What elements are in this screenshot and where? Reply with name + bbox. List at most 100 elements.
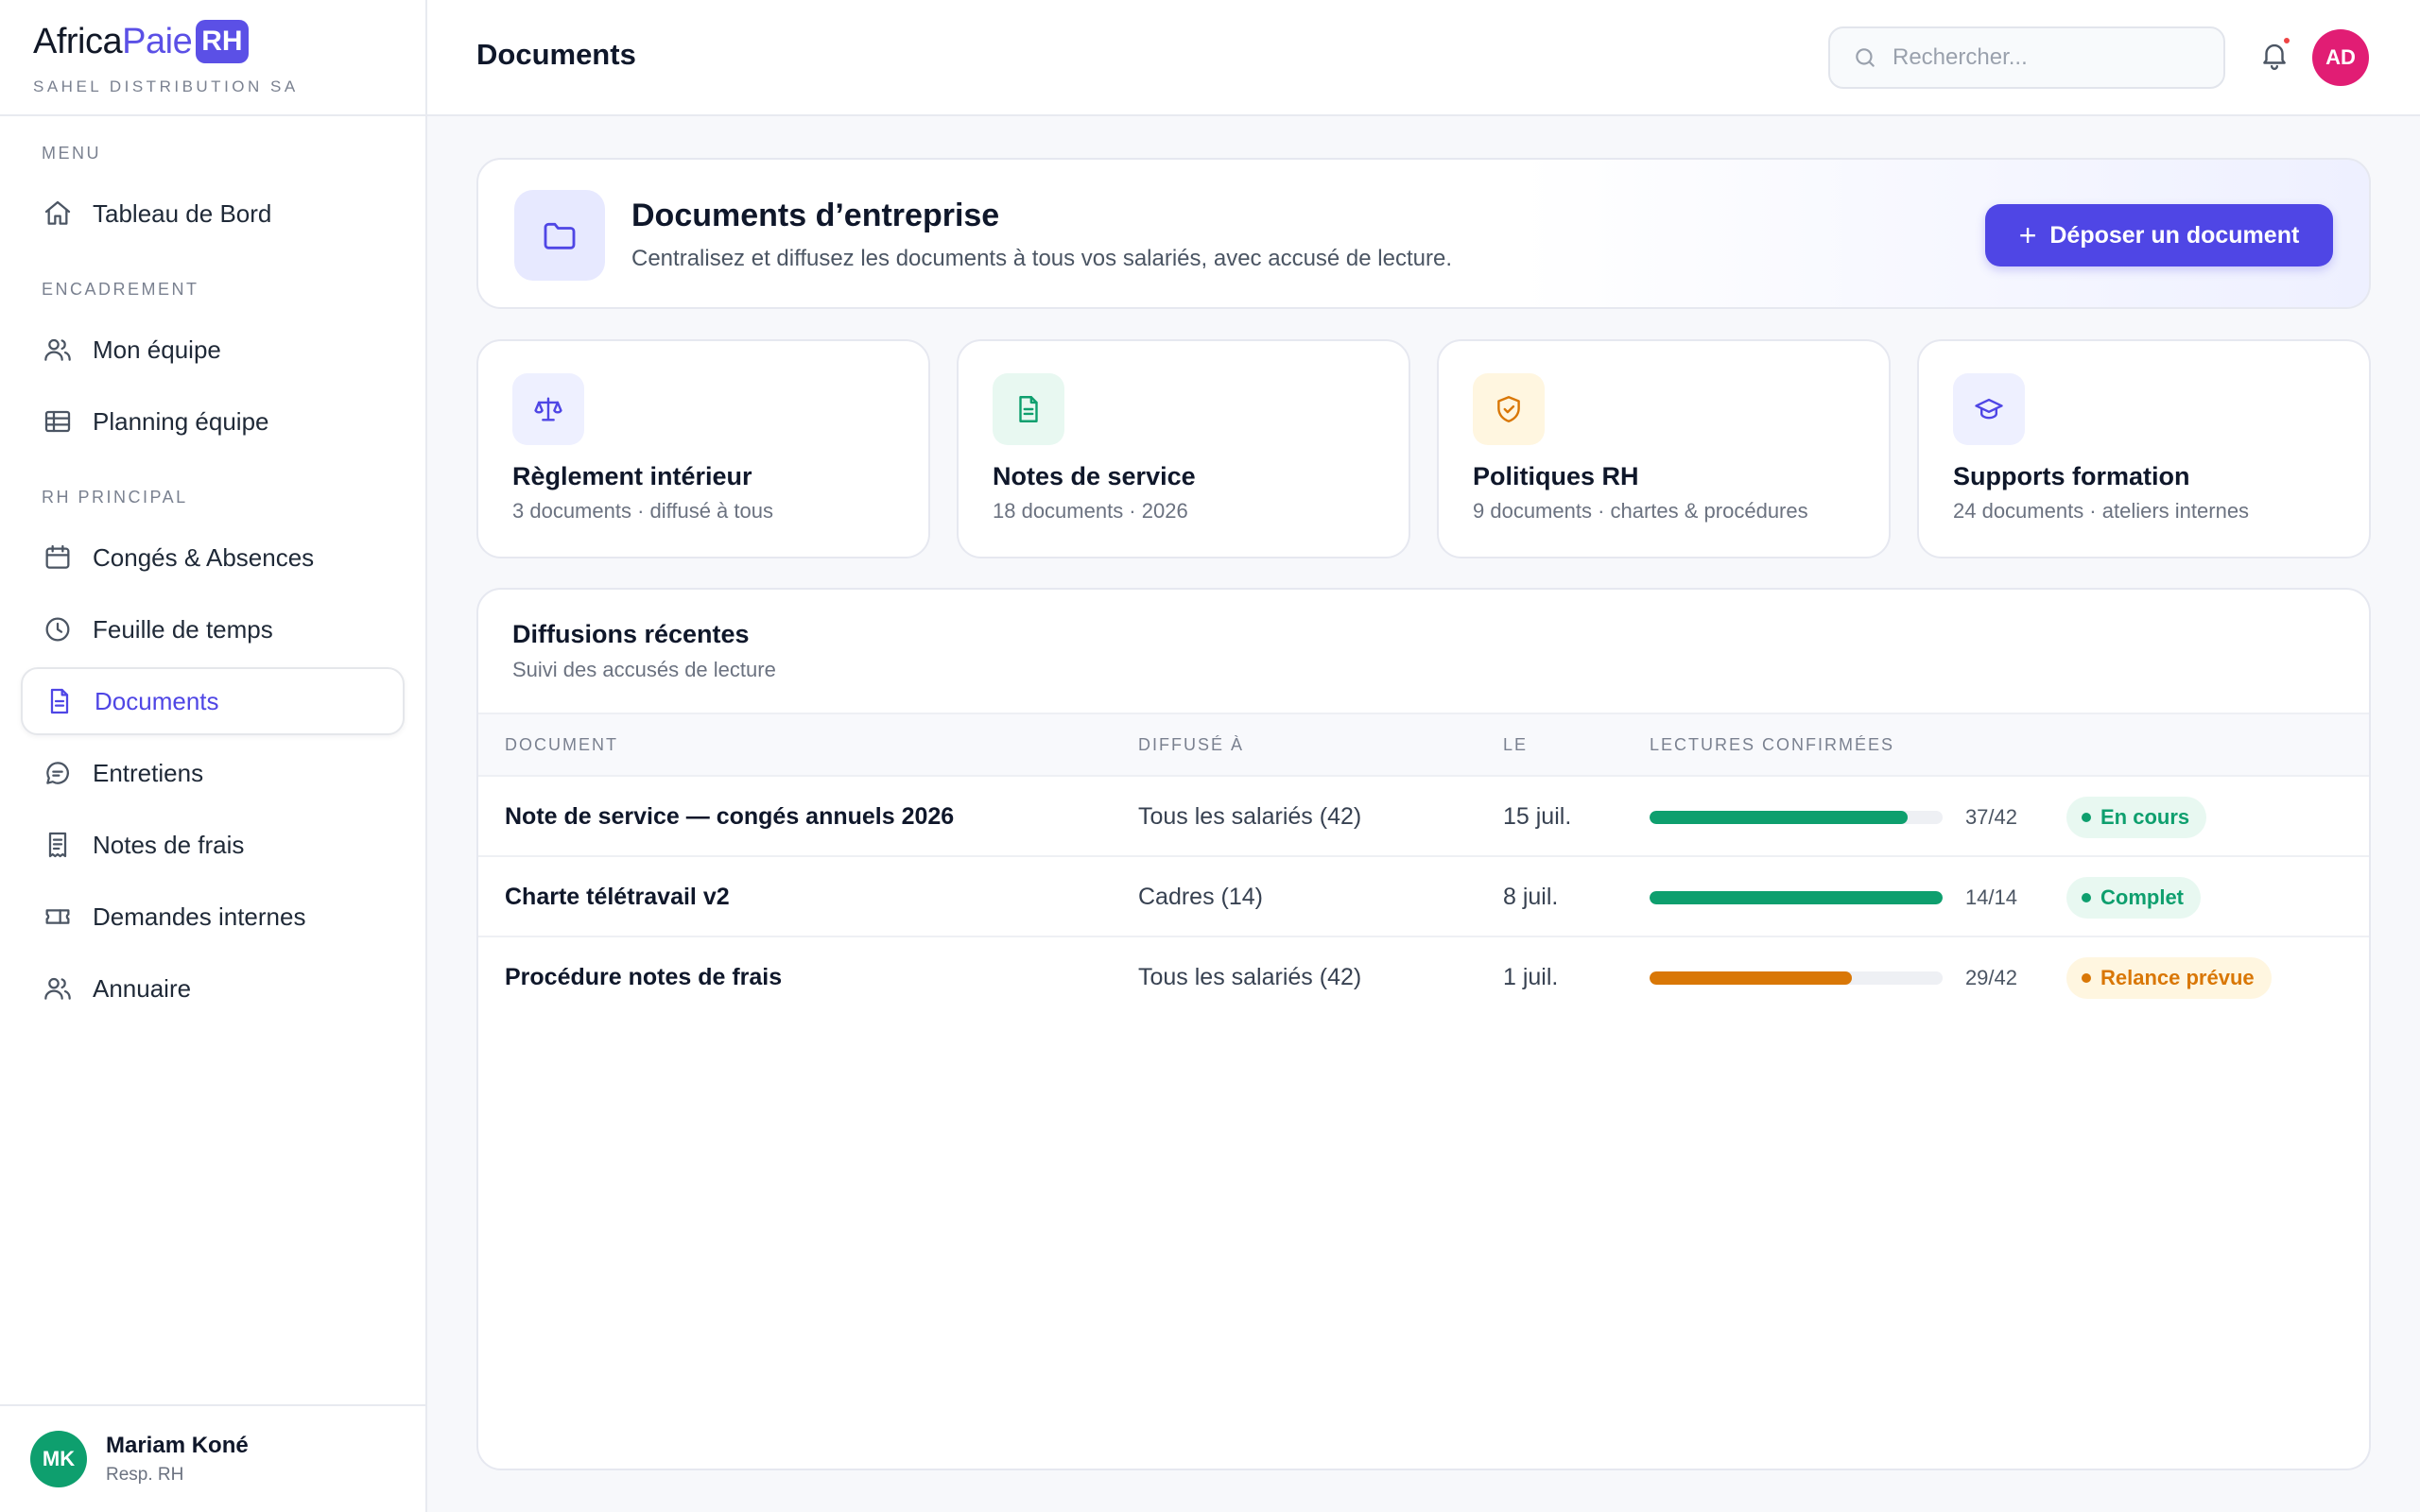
panel-title: Diffusions récentes: [512, 620, 750, 648]
ticket-icon: [42, 901, 74, 933]
card-title: Notes de service: [993, 462, 1196, 490]
table-row[interactable]: Procédure notes de frais Tous les salari…: [478, 937, 2369, 1018]
sidebar-item-conges-absences[interactable]: Congés & Absences: [21, 524, 405, 592]
card-title: Règlement intérieur: [512, 462, 752, 490]
logo-text-paie: Paie: [122, 21, 193, 61]
document-name: Charte télétravail v2: [505, 884, 730, 910]
status-badge: Complet: [2066, 877, 2201, 919]
hero-subtitle: Centralisez et diffusez les documents à …: [631, 246, 1452, 271]
chat-icon: [42, 757, 74, 789]
read-progress-bar: [1650, 811, 1943, 824]
nav-section-rh-principal: RH PRINCIPAL: [42, 488, 188, 507]
table-icon: [42, 405, 74, 438]
users-icon: [42, 334, 74, 366]
document-icon: [43, 685, 76, 717]
recent-diffusions-panel: Diffusions récentes Suivi des accusés de…: [476, 588, 2371, 1470]
upload-document-button[interactable]: + Déposer un document: [1985, 204, 2333, 266]
top-bar: Documents AD: [427, 0, 2420, 116]
documents-hero: Documents d’entreprise Centralisez et di…: [476, 158, 2371, 309]
status-dot: [2082, 973, 2091, 983]
table-row[interactable]: Note de service — congés annuels 2026 To…: [478, 777, 2369, 857]
column-header-diffuse-a: DIFFUSÉ À: [1138, 735, 1245, 754]
card-subtitle: 18 documents · 2026: [993, 499, 1188, 523]
sidebar-item-notes-de-frais[interactable]: Notes de frais: [21, 811, 405, 879]
card-title: Politiques RH: [1473, 462, 1639, 490]
table-header: DOCUMENT DIFFUSÉ À LE LECTURES CONFIRMÉE…: [478, 713, 2369, 777]
current-user[interactable]: MK Mariam Koné Resp. RH: [0, 1404, 425, 1512]
sidebar-item-documents[interactable]: Documents: [21, 667, 405, 735]
home-icon: [42, 198, 74, 230]
column-header-lectures: LECTURES CONFIRMÉES: [1650, 735, 1895, 754]
calendar-icon: [42, 541, 74, 574]
read-count: 14/14: [1964, 885, 2017, 909]
recipients: Tous les salariés (42): [1138, 964, 1362, 990]
card-subtitle: 9 documents · chartes & procédures: [1473, 499, 1808, 523]
diffusion-date: 15 juil.: [1503, 803, 1572, 830]
nav-section-encadrement: ENCADREMENT: [42, 280, 199, 299]
table-row[interactable]: Charte télétravail v2 Cadres (14) 8 juil…: [478, 857, 2369, 937]
category-card-supports-formation[interactable]: Supports formation 24 documents · atelie…: [1917, 339, 2371, 558]
user-meta: Mariam Koné Resp. RH: [106, 1433, 249, 1486]
status-label: Complet: [2100, 885, 2184, 909]
sidebar-item-label: Planning équipe: [93, 406, 269, 436]
account-avatar[interactable]: AD: [2312, 29, 2369, 86]
card-title: Supports formation: [1953, 462, 2190, 490]
diffusion-date: 1 juil.: [1503, 964, 1559, 990]
status-dot: [2082, 813, 2091, 822]
scale-icon: [512, 373, 584, 445]
status-badge: En cours: [2066, 797, 2207, 838]
column-header-le: LE: [1503, 735, 1529, 754]
sidebar-item-tableau-de-bord[interactable]: Tableau de Bord: [21, 180, 405, 248]
diffusion-date: 8 juil.: [1503, 884, 1559, 910]
read-count: 37/42: [1964, 805, 2017, 829]
sidebar-item-feuille-de-temps[interactable]: Feuille de temps: [21, 595, 405, 663]
status-dot: [2082, 893, 2091, 902]
app-logo[interactable]: Africa Paie RH: [33, 17, 425, 66]
sidebar-item-mon-equipe[interactable]: Mon équipe: [21, 316, 405, 384]
hero-title: Documents d’entreprise: [631, 198, 1000, 233]
status-badge: Relance prévue: [2066, 957, 2272, 999]
card-subtitle: 3 documents · diffusé à tous: [512, 499, 773, 523]
search-icon: [1853, 45, 1877, 70]
column-header-document: DOCUMENT: [505, 735, 618, 754]
sidebar-item-demandes-internes[interactable]: Demandes internes: [21, 883, 405, 951]
search-input[interactable]: [1893, 44, 2204, 71]
user-avatar: MK: [30, 1431, 87, 1487]
logo-text-africa: Africa: [33, 21, 123, 61]
company-name: SAHEL DISTRIBUTION SA: [33, 77, 299, 95]
plus-icon: +: [2018, 218, 2037, 252]
notifications-button[interactable]: [2254, 34, 2295, 76]
status-label: En cours: [2100, 805, 2190, 829]
category-card-politiques-rh[interactable]: Politiques RH 9 documents · chartes & pr…: [1437, 339, 1891, 558]
panel-subtitle: Suivi des accusés de lecture: [512, 658, 776, 681]
sidebar-item-label: Annuaire: [93, 973, 192, 1003]
category-card-notes-service[interactable]: Notes de service 18 documents · 2026: [957, 339, 1410, 558]
read-progress-fill: [1650, 971, 1853, 985]
document-name: Procédure notes de frais: [505, 964, 783, 990]
sidebar: Africa Paie RH SAHEL DISTRIBUTION SA MEN…: [0, 0, 427, 1512]
read-progress-fill: [1650, 811, 1909, 824]
category-card-reglement[interactable]: Règlement intérieur 3 documents · diffus…: [476, 339, 930, 558]
sidebar-item-planning-equipe[interactable]: Planning équipe: [21, 387, 405, 455]
recipients: Cadres (14): [1138, 884, 1263, 910]
brand: Africa Paie RH SAHEL DISTRIBUTION SA: [0, 0, 425, 116]
clock-icon: [42, 613, 74, 645]
sidebar-item-label: Mon équipe: [93, 335, 221, 364]
page-title: Documents: [476, 38, 636, 71]
contacts-icon: [42, 972, 74, 1005]
card-subtitle: 24 documents · ateliers internes: [1953, 499, 2250, 523]
graduation-cap-icon: [1953, 373, 2025, 445]
user-name: Mariam Koné: [106, 1433, 249, 1458]
recipients: Tous les salariés (42): [1138, 803, 1362, 830]
read-progress-fill: [1650, 891, 1943, 904]
sidebar-item-label: Demandes internes: [93, 902, 306, 931]
sidebar-item-label: Tableau de Bord: [93, 198, 272, 228]
sidebar-item-label: Documents: [95, 686, 219, 715]
shield-check-icon: [1473, 373, 1545, 445]
sidebar-item-annuaire[interactable]: Annuaire: [21, 954, 405, 1022]
user-role: Resp. RH: [106, 1465, 184, 1485]
sidebar-item-label: Congés & Absences: [93, 542, 315, 572]
sidebar-item-entretiens[interactable]: Entretiens: [21, 739, 405, 807]
search-box[interactable]: [1828, 26, 2225, 89]
upload-document-label: Déposer un document: [2049, 221, 2300, 249]
